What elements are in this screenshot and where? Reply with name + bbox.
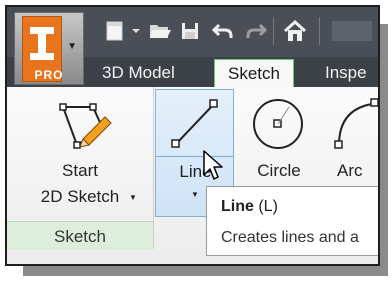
panel-separator	[153, 87, 154, 249]
redo-icon[interactable]	[243, 20, 269, 42]
tab-sketch[interactable]: Sketch	[214, 59, 294, 87]
open-folder-icon[interactable]	[147, 20, 173, 42]
home-icon[interactable]	[282, 20, 308, 42]
application-window: ▼ PRO 3D Model Sketch Inspe Start 2D Ske…	[5, 5, 380, 266]
chevron-down-icon[interactable]: ▼	[191, 190, 199, 199]
application-menu-button[interactable]: ▼ PRO	[14, 12, 84, 85]
tab-inspect[interactable]: Inspe	[325, 59, 367, 87]
circle-button-label: Circle	[257, 161, 301, 180]
sketch-panel-label: Sketch	[54, 227, 106, 246]
save-icon[interactable]	[178, 20, 202, 42]
undo-icon[interactable]	[210, 20, 236, 42]
mouse-cursor-icon	[203, 150, 223, 180]
new-file-icon[interactable]	[102, 20, 128, 42]
edition-badge: PRO	[34, 68, 64, 82]
start-sketch-label-line1: Start	[62, 161, 98, 180]
tooltip-shortcut: (L)	[258, 198, 278, 215]
chevron-down-icon: ▼	[67, 41, 77, 52]
start-sketch-icon	[59, 103, 112, 149]
tooltip-title: Line (L)	[221, 198, 278, 216]
line-icon	[171, 99, 218, 148]
tooltip-description: Creates lines and a	[221, 229, 359, 246]
tooltip-command-name: Line	[221, 198, 254, 215]
toolbar-separator	[273, 17, 274, 45]
toolbar-separator	[319, 17, 320, 45]
chevron-down-icon: ▼	[129, 193, 137, 202]
circle-icon	[253, 99, 303, 149]
toolbar-overflow[interactable]	[327, 20, 377, 42]
arc-button-label: Arc	[337, 161, 363, 180]
ribbon-panel-area: Start 2D Sketch ▼ Sketch Line ▼ Circle A…	[7, 87, 378, 264]
start-sketch-label-line2: 2D Sketch	[40, 187, 120, 206]
tab-3d-model[interactable]: 3D Model	[102, 59, 175, 87]
arc-icon	[334, 98, 378, 149]
line-tooltip: Line (L) Creates lines and a	[206, 186, 378, 256]
sketch-panel-title-bar: Sketch	[7, 221, 153, 250]
dropdown-icon[interactable]	[130, 20, 142, 42]
start-2d-sketch-button[interactable]: Start 2D Sketch ▼	[25, 89, 137, 217]
